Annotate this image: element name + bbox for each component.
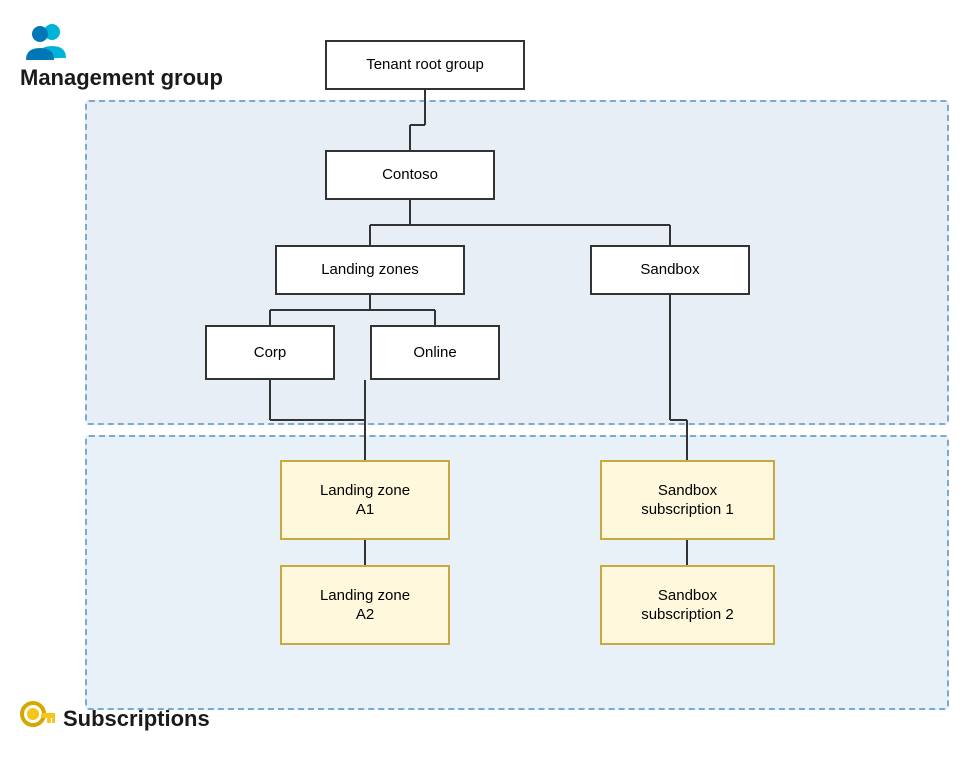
diagram-container: Management group Subscriptions Tenant ro… — [10, 10, 964, 748]
subs-label: Subscriptions — [20, 701, 210, 736]
landing-zone-a1-box: Landing zoneA1 — [280, 460, 450, 540]
tenant-root-group-box: Tenant root group — [325, 40, 525, 90]
sandbox-subscription-2-box: Sandboxsubscription 2 — [600, 565, 775, 645]
mgmt-group-label: Management group — [20, 65, 223, 91]
key-icon — [20, 701, 55, 736]
corp-box: Corp — [205, 325, 335, 380]
landing-zones-box: Landing zones — [275, 245, 465, 295]
contoso-box: Contoso — [325, 150, 495, 200]
sandbox-subscription-1-box: Sandboxsubscription 1 — [600, 460, 775, 540]
users-icon — [20, 20, 70, 60]
icons-row — [20, 20, 70, 60]
landing-zone-a2-box: Landing zoneA2 — [280, 565, 450, 645]
subs-section — [85, 435, 949, 710]
sandbox-box: Sandbox — [590, 245, 750, 295]
online-box: Online — [370, 325, 500, 380]
